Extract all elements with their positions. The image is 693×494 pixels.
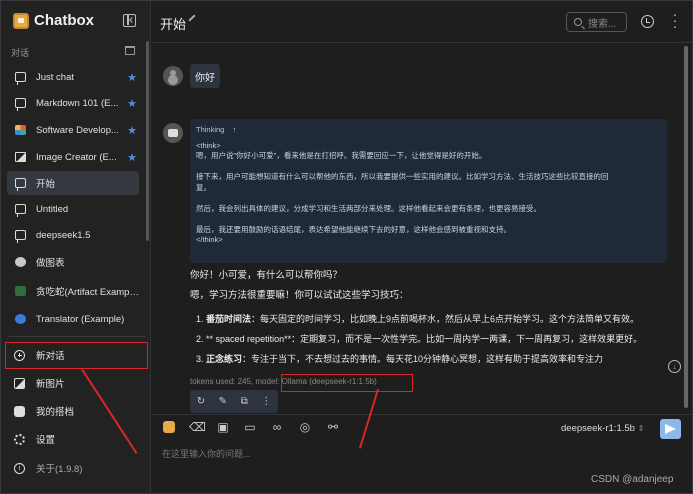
search-box[interactable]: 搜索... — [566, 12, 627, 32]
thinking-header[interactable]: Thinking ↑ — [196, 125, 661, 136]
settings-sliders-icon[interactable]: ⚯ — [326, 420, 340, 434]
input-divider — [152, 414, 692, 415]
snake-avatar-icon — [15, 286, 26, 296]
chatbox-mini-icon[interactable] — [163, 421, 175, 433]
sidebar-item-start[interactable]: 开始 — [7, 171, 139, 195]
annotation-box-new-chat — [5, 342, 148, 369]
user-message: 你好 — [190, 64, 220, 88]
tip-1: 1. 番茄时间法：每天固定的时间学习，比如晚上9点前喝杯水，然后从早上6点开始学… — [196, 314, 640, 324]
chatbox-window: Chatbox 对话 Just chat ★ Markdown 101 (E...… — [0, 0, 693, 494]
my-copilots-button[interactable]: 我的搭档 — [7, 400, 142, 422]
sidebar-item-deepseek[interactable]: deepseek1.5 — [7, 223, 139, 247]
clear-conversations-icon[interactable] — [125, 46, 135, 55]
translator-avatar-icon — [15, 314, 26, 324]
model-selector[interactable]: deepseek-r1:1.5b ⇕ — [561, 423, 644, 434]
sidebar-item-just-chat[interactable]: Just chat ★ — [7, 65, 139, 89]
chat-icon — [15, 98, 26, 111]
star-icon[interactable]: ★ — [127, 97, 137, 110]
bot-avatar — [163, 123, 183, 143]
app-name: Chatbox — [34, 12, 94, 29]
more-options-icon[interactable]: · · · — [672, 7, 678, 33]
about-button[interactable]: i 关于(1.9.8) — [7, 457, 142, 479]
gear-icon — [14, 433, 25, 445]
scroll-down-icon[interactable]: ↓ — [668, 360, 681, 373]
sidebar-item-chart[interactable]: 做图表 — [7, 250, 139, 274]
message-toolbar: ↻ ✎ ⧉ ⋮ — [190, 390, 278, 413]
link-icon[interactable]: ∞ — [270, 420, 284, 434]
chat-icon — [15, 230, 26, 243]
search-icon — [574, 18, 582, 26]
sidebar-item-translator[interactable]: Translator (Example) — [7, 307, 139, 331]
sidebar-item-snake[interactable]: 贪吃蛇(Artifact Example) — [7, 279, 139, 303]
chart-avatar-icon — [15, 257, 26, 267]
new-image-button[interactable]: 新图片 — [7, 372, 142, 394]
send-button[interactable] — [660, 419, 681, 439]
chatbox-logo-icon — [13, 13, 29, 29]
edit-title-icon[interactable] — [188, 14, 196, 22]
eraser-icon[interactable]: ⌫ — [189, 420, 206, 434]
chat-icon — [15, 72, 26, 85]
message-input[interactable]: 在这里输入你的问题... — [162, 447, 251, 460]
collapse-sidebar-icon[interactable] — [123, 14, 136, 27]
globe-icon[interactable]: ◎ — [298, 420, 312, 434]
folder-icon[interactable]: ▭ — [243, 420, 257, 434]
divider — [9, 336, 145, 337]
sidebar-item-untitled[interactable]: Untitled — [7, 197, 139, 221]
tip-2: 2. ** spaced repetition**：定期复习，而不是一次性学完。… — [196, 334, 643, 344]
annotation-box-model — [281, 374, 413, 392]
sidebar-item-markdown[interactable]: Markdown 101 (E... ★ — [7, 91, 139, 115]
edit-icon[interactable]: ✎ — [219, 396, 227, 407]
tip-3: 3. 正念练习：专注于当下，不去想过去的事情。每天花10分钟静心冥想，这样有助于… — [196, 354, 604, 364]
watermark: CSDN @adanjeep — [591, 474, 674, 485]
annotation-arrow-2 — [359, 388, 379, 449]
chat-scrollbar[interactable] — [684, 46, 688, 408]
star-icon[interactable]: ★ — [127, 71, 137, 84]
more-icon[interactable]: ⋮ — [261, 396, 271, 407]
sidebar-item-software-developer[interactable]: Software Develop... ★ — [7, 118, 139, 142]
page-title: 开始 — [160, 17, 187, 32]
chat-icon — [15, 178, 26, 191]
info-icon: i — [14, 462, 25, 474]
user-avatar — [163, 66, 183, 86]
image-icon — [14, 377, 25, 389]
copy-icon[interactable]: ⧉ — [241, 396, 248, 407]
regenerate-icon[interactable]: ↻ — [197, 396, 205, 407]
header: 开始 搜索... · · · — [152, 1, 692, 43]
image-icon[interactable]: ▣ — [216, 420, 230, 434]
sidebar-scrollbar[interactable] — [146, 41, 149, 241]
software-avatar-icon — [15, 125, 26, 135]
star-icon[interactable]: ★ — [127, 124, 137, 137]
thinking-block: Thinking ↑ <think> 嗯，用户说"你好小可爱"，看来他是在打招呼… — [190, 119, 667, 263]
collapse-arrow-icon[interactable]: ↑ — [232, 125, 236, 134]
star-icon[interactable]: ★ — [127, 151, 137, 164]
section-label: 对话 — [11, 48, 30, 58]
sidebar: Chatbox 对话 Just chat ★ Markdown 101 (E...… — [1, 1, 151, 493]
chat-icon — [15, 204, 26, 217]
image-icon — [15, 152, 26, 162]
chevron-updown-icon: ⇕ — [637, 424, 645, 433]
robot-icon — [14, 405, 25, 417]
sidebar-item-image-creator[interactable]: Image Creator (E... ★ — [7, 145, 139, 169]
history-icon[interactable] — [641, 15, 654, 28]
